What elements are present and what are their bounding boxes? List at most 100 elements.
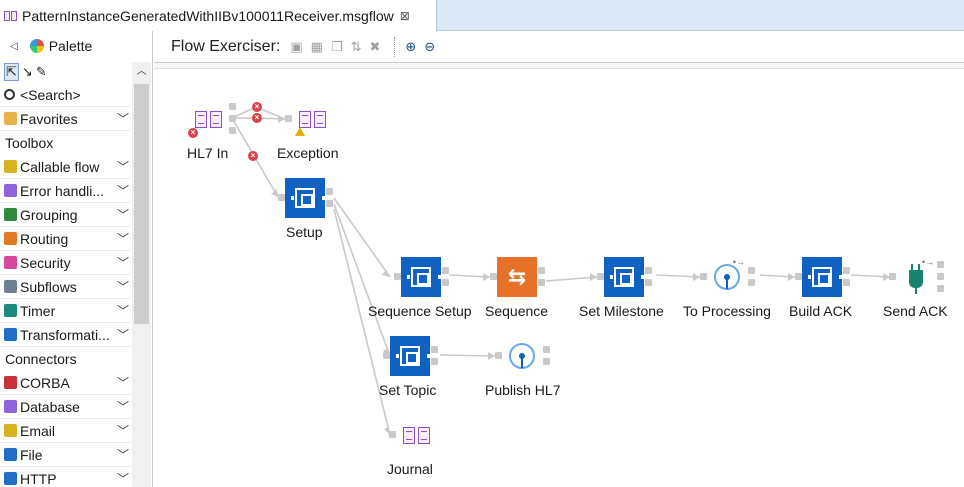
input-terminal[interactable] xyxy=(700,273,707,280)
zoom-out-icon[interactable]: ⊖ xyxy=(424,39,435,55)
node-label: Setup xyxy=(286,224,323,240)
palette-search-input[interactable]: <Search> xyxy=(20,87,131,103)
compute-node-icon xyxy=(291,188,325,208)
mq-input-node-icon xyxy=(194,110,222,128)
output-terminal[interactable] xyxy=(442,267,449,274)
output-terminal[interactable] xyxy=(843,279,850,286)
chevron-down-icon[interactable]: ﹀ xyxy=(115,422,131,439)
output-terminal[interactable] xyxy=(229,127,236,134)
drawer-category-icon xyxy=(4,328,17,341)
output-terminal[interactable] xyxy=(326,188,333,195)
input-terminal[interactable] xyxy=(597,273,604,280)
node-hl7-in[interactable]: × xyxy=(188,99,236,139)
input-terminal[interactable] xyxy=(490,273,497,280)
palette-drawer-toolbox-1[interactable]: Error handli... ﹀ xyxy=(0,179,131,203)
chevron-down-icon[interactable]: ﹀ xyxy=(115,110,131,127)
start-flow-exerciser-icon[interactable]: ▣ xyxy=(290,39,302,55)
palette-logo-icon xyxy=(29,39,44,53)
output-terminal[interactable] xyxy=(326,200,333,207)
palette-drawer-connector-3[interactable]: File ﹀ xyxy=(0,443,131,467)
output-terminal[interactable] xyxy=(543,346,550,353)
node-sequence[interactable]: ⇆ xyxy=(490,257,545,297)
node-build-ack[interactable] xyxy=(795,257,850,297)
output-terminal[interactable] xyxy=(748,279,755,286)
input-terminal[interactable] xyxy=(495,352,502,359)
input-terminal[interactable] xyxy=(394,273,401,280)
node-to-processing[interactable]: •→ xyxy=(700,257,755,297)
input-terminal[interactable] xyxy=(889,273,896,280)
record-path-icon[interactable]: ⇅ xyxy=(351,39,362,55)
palette-drawer-toolbox-5[interactable]: Subflows ﹀ xyxy=(0,275,131,299)
output-terminal[interactable] xyxy=(229,115,236,122)
node-set-topic[interactable] xyxy=(383,336,438,376)
input-terminal[interactable] xyxy=(285,115,292,122)
palette-drawer-connector-2[interactable]: Email ﹀ xyxy=(0,419,131,443)
input-terminal[interactable] xyxy=(383,352,390,359)
chevron-down-icon[interactable]: ﹀ xyxy=(115,206,131,223)
view-recorded-message-icon[interactable]: ❐ xyxy=(331,39,343,55)
chevron-down-icon[interactable]: ﹀ xyxy=(115,230,131,247)
chevron-down-icon[interactable]: ﹀ xyxy=(115,398,131,415)
output-terminal[interactable] xyxy=(431,358,438,365)
output-terminal[interactable] xyxy=(538,267,545,274)
palette-drawer-connector-0[interactable]: CORBA ﹀ xyxy=(0,371,131,395)
node-publish-hl7[interactable] xyxy=(495,336,550,376)
palette-search[interactable]: <Search> xyxy=(0,83,131,107)
chevron-down-icon[interactable]: ﹀ xyxy=(115,158,131,175)
close-icon[interactable]: ⊠ xyxy=(400,9,410,23)
node-set-milestone[interactable] xyxy=(597,257,652,297)
palette-drawer-toolbox-2[interactable]: Grouping ﹀ xyxy=(0,203,131,227)
output-terminal[interactable] xyxy=(645,267,652,274)
editor-tab-msgflow[interactable]: PatternInstanceGeneratedWithIIBv100011Re… xyxy=(0,0,437,32)
palette-drawer-toolbox-4[interactable]: Security ﹀ xyxy=(0,251,131,275)
zoom-in-icon[interactable]: ⊕ xyxy=(405,39,416,55)
output-terminal[interactable] xyxy=(442,279,449,286)
output-terminal[interactable] xyxy=(843,267,850,274)
scroll-up-arrow-icon[interactable]: ︿ xyxy=(132,62,151,82)
output-terminal[interactable] xyxy=(645,279,652,286)
collapse-palette-icon[interactable]: ◁ xyxy=(10,41,18,52)
marquee-tool-icon[interactable]: ✎ xyxy=(36,64,47,80)
node-send-ack[interactable]: •→ xyxy=(889,257,944,297)
flow-canvas[interactable]: × × × × HL7 In Exception Setup Sequence … xyxy=(154,69,964,487)
palette-drawer-toolbox-7[interactable]: Transformati... ﹀ xyxy=(0,323,131,347)
chevron-down-icon[interactable]: ﹀ xyxy=(115,326,131,343)
node-label: Set Topic xyxy=(379,382,437,398)
toolbar-separator xyxy=(394,36,396,57)
palette-scrollbar[interactable]: ︿ xyxy=(132,62,151,487)
chevron-down-icon[interactable]: ﹀ xyxy=(115,254,131,271)
output-terminal[interactable] xyxy=(431,346,438,353)
input-terminal[interactable] xyxy=(389,431,396,438)
node-setup[interactable] xyxy=(278,178,333,218)
chevron-down-icon[interactable]: ﹀ xyxy=(115,374,131,391)
chevron-down-icon[interactable]: ﹀ xyxy=(115,302,131,319)
output-terminal[interactable] xyxy=(229,103,236,110)
output-terminal[interactable] xyxy=(937,261,944,268)
node-sequence-setup[interactable] xyxy=(394,257,449,297)
send-message-icon[interactable]: ▦ xyxy=(311,39,323,55)
scroll-thumb[interactable] xyxy=(134,84,149,324)
palette-drawer-connector-1[interactable]: Database ﹀ xyxy=(0,395,131,419)
output-terminal[interactable] xyxy=(543,358,550,365)
node-exception[interactable] xyxy=(285,99,332,139)
input-terminal[interactable] xyxy=(278,194,285,201)
input-terminal[interactable] xyxy=(795,273,802,280)
select-tool-icon[interactable]: ⇱ xyxy=(4,63,19,81)
palette-drawer-connector-4[interactable]: HTTP ﹀ xyxy=(0,467,131,487)
stop-icon[interactable]: ✖ xyxy=(370,39,381,55)
palette-drawer-toolbox-3[interactable]: Routing ﹀ xyxy=(0,227,131,251)
node-journal[interactable] xyxy=(389,415,436,455)
output-terminal[interactable] xyxy=(748,267,755,274)
palette-drawer-toolbox-6[interactable]: Timer ﹀ xyxy=(0,299,131,323)
output-terminal[interactable] xyxy=(937,273,944,280)
drawer-category-icon xyxy=(4,400,17,413)
chevron-down-icon[interactable]: ﹀ xyxy=(115,446,131,463)
chevron-down-icon[interactable]: ﹀ xyxy=(115,182,131,199)
palette-drawer-favorites[interactable]: Favorites ﹀ xyxy=(0,107,131,131)
output-terminal[interactable] xyxy=(937,285,944,292)
chevron-down-icon[interactable]: ﹀ xyxy=(115,470,131,487)
palette-drawer-toolbox-0[interactable]: Callable flow ﹀ xyxy=(0,155,131,179)
chevron-down-icon[interactable]: ﹀ xyxy=(115,278,131,295)
connection-tool-icon[interactable]: ↘ xyxy=(22,64,33,80)
output-terminal[interactable] xyxy=(538,279,545,286)
